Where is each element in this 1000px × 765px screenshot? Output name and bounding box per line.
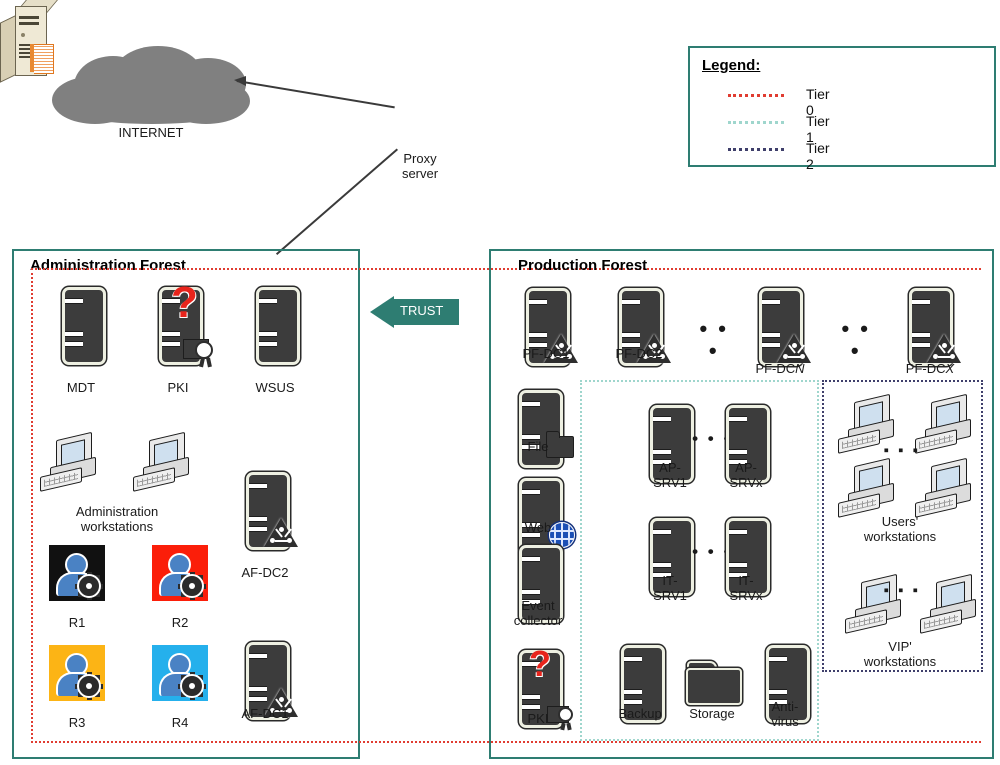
legend-title: Legend:	[702, 57, 761, 74]
admin-workstation-2-icon	[133, 431, 195, 492]
server-web-icon	[515, 478, 575, 556]
trust-arrow: TRUST	[370, 296, 459, 328]
server-pki-admin-icon: ?	[155, 281, 213, 368]
user-workstation-2-icon	[915, 393, 977, 454]
server-backup-label: Backup	[618, 706, 662, 721]
arrowhead-cloud	[234, 76, 246, 86]
storage-icon	[686, 661, 742, 705]
server-mdt-label: MDT	[66, 380, 96, 395]
server-af-dc1-label: AF-DC1	[241, 706, 289, 721]
proxy-server-label: Proxy server	[401, 151, 439, 181]
server-pf-dcx-label: PF-DCX	[905, 360, 955, 376]
dc-ellipsis-1: • • •	[699, 316, 729, 363]
server-web-label: Web	[524, 520, 552, 535]
server-it-srv1-label: IT- SRV1	[653, 573, 687, 603]
server-file-label: File	[527, 439, 549, 454]
vip-workstations-label: VIP' workstations	[863, 639, 937, 669]
role-label-r1: R1	[68, 615, 86, 630]
server-pf-dcn-label: PF-DCN	[755, 360, 805, 376]
server-it-srvx-label: IT- SRVx	[729, 573, 763, 603]
production-forest-title: Production Forest	[518, 257, 648, 274]
server-pf-dc2-label: PF-DC2	[615, 346, 663, 361]
users-workstations-label: Users' workstations	[863, 514, 937, 544]
server-ap-srv1-label: AP- SRV1	[653, 460, 687, 490]
role-badge-r1	[49, 545, 105, 601]
server-af-dc1-icon	[242, 642, 298, 720]
question-mark-icon: ?	[171, 278, 198, 327]
trust-label: TRUST	[400, 303, 444, 318]
server-ap-srvx-label: AP- SRVx	[729, 460, 763, 490]
vip-workstation-2-icon	[920, 573, 982, 634]
server-antivirus-label: Anti- virus	[771, 699, 799, 729]
server-wsus-label: WSUS	[255, 380, 295, 395]
role-badge-r2	[152, 545, 208, 601]
user-workstation-4-icon	[915, 457, 977, 518]
admin-workstations-label: Administration workstations	[75, 504, 159, 534]
dc-ellipsis-2: • • •	[841, 316, 871, 363]
server-af-dc2-label: AF-DC2	[241, 565, 289, 580]
active-directory-icon	[264, 518, 298, 548]
admin-workstation-1-icon	[40, 431, 102, 492]
role-label-r4: R4	[171, 715, 189, 730]
server-event-collector-label: Event collector	[513, 598, 563, 628]
server-wsus-icon	[252, 287, 300, 365]
certificate-icon	[183, 337, 213, 368]
question-mark-icon: ?	[529, 643, 551, 684]
user-workstation-3-icon	[838, 457, 900, 518]
legend: Legend: Tier 0 Tier 1 Tier 2	[688, 46, 996, 172]
legend-label-tier2: Tier 2	[806, 140, 830, 172]
server-af-dc2-icon	[242, 472, 298, 550]
legend-swatch-tier0	[728, 94, 784, 97]
internet-cloud	[52, 46, 250, 124]
users-workstations-ellipsis: ▪ ▪ ▪	[883, 442, 921, 459]
server-pki-production-label: PKI	[527, 711, 549, 726]
role-label-r3: R3	[68, 715, 86, 730]
role-badge-r3	[49, 645, 105, 701]
storage-label: Storage	[689, 706, 735, 721]
legend-swatch-tier1	[728, 121, 784, 124]
role-badge-r4	[152, 645, 208, 701]
role-label-r2: R2	[171, 615, 189, 630]
proxy-server-icon	[0, 0, 61, 83]
server-pf-dc1-label: PF-DC1	[522, 346, 570, 361]
legend-swatch-tier2	[728, 148, 784, 151]
connector-cloud-proxy	[236, 80, 395, 108]
vip-workstations-ellipsis: ▪ ▪ ▪	[883, 582, 921, 599]
server-pki-admin-label: PKI	[167, 380, 189, 395]
server-mdt-icon	[58, 287, 106, 365]
internet-label: INTERNET	[118, 125, 184, 140]
